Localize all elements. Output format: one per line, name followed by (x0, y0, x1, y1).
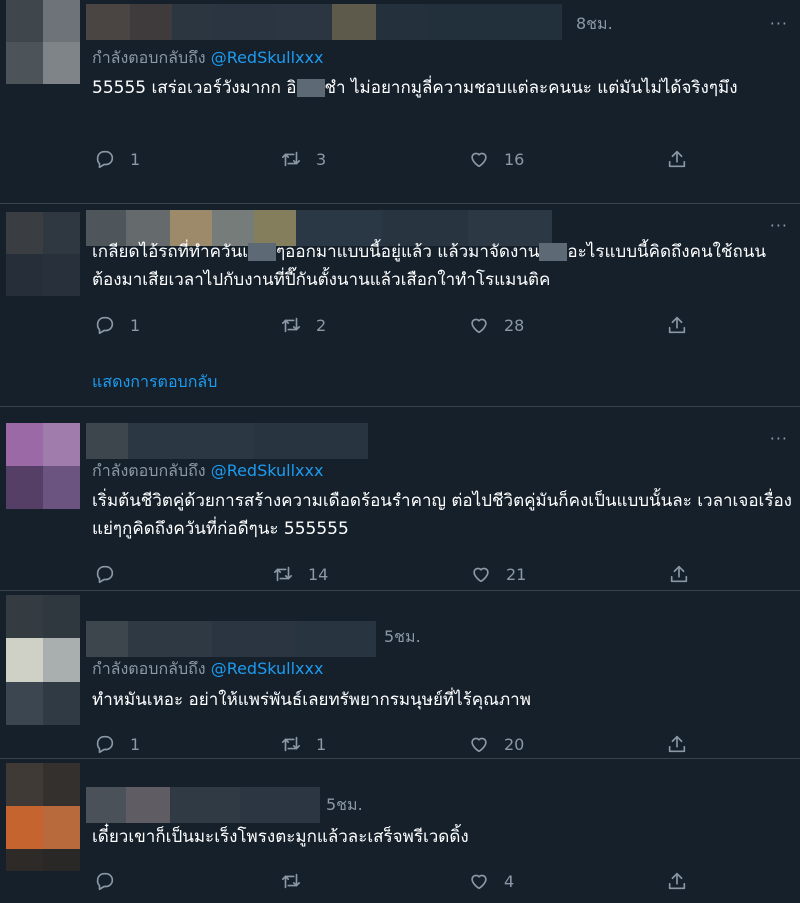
retweet-icon (281, 873, 301, 889)
like-button[interactable]: 21 (470, 563, 526, 585)
reply-icon (96, 316, 114, 335)
avatar[interactable] (6, 0, 80, 84)
action-bar: 4 (92, 870, 712, 894)
heart-icon (471, 874, 487, 890)
action-bar: 1 3 16 (92, 148, 712, 172)
timestamp[interactable]: 5ชม. (384, 625, 421, 650)
reply-prefix: กำลังตอบกลับถึง (92, 48, 206, 67)
tweet-text: 55555 เสร่อเวอร์วังมากก อิ ชำ ไม่อยากมูลี… (92, 74, 792, 102)
author-name-blurred[interactable] (86, 621, 376, 657)
tweet-2[interactable]: ··· เกลียดไอ้รถที่ทำควันเ ๆออกมาแบบนี้อยู… (0, 204, 800, 406)
censored-word (248, 243, 277, 261)
reply-icon (96, 150, 114, 169)
censored-word (296, 79, 325, 97)
reply-count: 1 (130, 734, 141, 754)
like-count: 4 (504, 871, 515, 891)
heart-icon (473, 567, 489, 583)
reply-button[interactable]: 1 (94, 148, 140, 170)
tweet-5[interactable]: 5ชม. เดี๋ยวเขาก็เป็นมะเร็งโพรงตะมูกแล้วล… (0, 759, 800, 903)
avatar[interactable] (6, 595, 80, 725)
reply-handle-link[interactable]: @RedSkullxxx (211, 659, 324, 678)
tweet-1[interactable]: 8ชม. ··· กำลังตอบกลับถึง @RedSkullxxx 55… (0, 0, 800, 203)
reply-handle-link[interactable]: @RedSkullxxx (211, 48, 324, 67)
action-bar: 14 21 (92, 563, 712, 587)
retweet-button[interactable]: 2 (280, 314, 326, 336)
author-name-blurred[interactable] (86, 423, 368, 459)
retweet-button[interactable]: 3 (280, 148, 326, 170)
like-button[interactable]: 20 (468, 733, 524, 755)
retweet-count: 1 (316, 734, 327, 754)
share-button[interactable] (668, 563, 704, 585)
tweet-text: เดี๋ยวเขาก็เป็นมะเร็งโพรงตะมูกแล้วละเสร็… (92, 827, 469, 847)
show-replies-link[interactable]: แสดงการตอบกลับ (92, 370, 217, 395)
timestamp[interactable]: 5ชม. (326, 793, 363, 818)
avatar[interactable] (6, 763, 80, 871)
tweet-text: เกลียดไอ้รถที่ทำควันเ ๆออกมาแบบนี้อยู่แล้… (92, 238, 792, 294)
reply-count: 1 (130, 315, 141, 335)
tweet-text: ทำหมันเหอะ อย่าให้แพร่พันธ์เลยทรัพยากรมน… (92, 690, 531, 710)
share-button[interactable] (666, 148, 702, 170)
tweet-text-part: เกลียดไอ้รถที่ทำควันเ (92, 242, 249, 262)
like-count: 21 (506, 564, 527, 584)
reply-context: กำลังตอบกลับถึง @RedSkullxxx (92, 46, 323, 71)
author-name-blurred[interactable] (86, 4, 562, 40)
heart-icon (471, 152, 487, 168)
reply-context: กำลังตอบกลับถึง @RedSkullxxx (92, 459, 323, 484)
censored-word (539, 243, 568, 261)
retweet-icon (281, 736, 301, 752)
more-dots-icon[interactable]: ··· (770, 216, 788, 235)
retweet-icon (273, 566, 293, 582)
reply-button[interactable] (94, 563, 130, 585)
like-count: 28 (504, 315, 525, 335)
share-icon (668, 735, 686, 753)
retweet-count: 14 (308, 564, 329, 584)
reply-button[interactable] (94, 870, 130, 892)
share-button[interactable] (666, 870, 702, 892)
retweet-count: 3 (316, 149, 327, 169)
avatar[interactable] (6, 423, 80, 509)
author-name-blurred[interactable] (86, 787, 320, 823)
retweet-button[interactable] (280, 870, 316, 892)
retweet-button[interactable]: 14 (272, 563, 328, 585)
more-dots-icon[interactable]: ··· (770, 429, 788, 448)
heart-icon (471, 737, 487, 753)
retweet-count: 2 (316, 315, 327, 335)
reply-button[interactable]: 1 (94, 733, 140, 755)
tweet-3[interactable]: ··· กำลังตอบกลับถึง @RedSkullxxx เริ่มต้… (0, 407, 800, 590)
reply-icon (96, 735, 114, 754)
more-dots-icon[interactable]: ··· (770, 14, 788, 33)
share-icon (668, 150, 686, 168)
action-bar: 1 1 20 (92, 733, 712, 757)
like-button[interactable]: 4 (468, 870, 514, 892)
like-count: 20 (504, 734, 525, 754)
reply-handle-link[interactable]: @RedSkullxxx (211, 461, 324, 480)
reply-button[interactable]: 1 (94, 314, 140, 336)
tweet-4[interactable]: 5ชม. กำลังตอบกลับถึง @RedSkullxxx ทำหมัน… (0, 591, 800, 758)
reply-context: กำลังตอบกลับถึง @RedSkullxxx (92, 657, 323, 682)
retweet-icon (281, 317, 301, 333)
share-button[interactable] (666, 733, 702, 755)
action-bar: 1 2 28 (92, 314, 712, 338)
retweet-icon (281, 151, 301, 167)
heart-icon (471, 318, 487, 334)
share-button[interactable] (666, 314, 702, 336)
share-icon (668, 872, 686, 890)
tweet-text-part: ๆออกมาแบบนี้อยู่แล้ว แล้วมาจัดงาน (276, 242, 540, 262)
avatar[interactable] (6, 212, 80, 296)
reply-prefix: กำลังตอบกลับถึง (92, 461, 206, 480)
reply-icon (96, 565, 114, 584)
tweet-text-part: 55555 เสร่อเวอร์วังมากก อิ (92, 78, 297, 98)
share-icon (670, 565, 688, 583)
share-icon (668, 316, 686, 334)
tweet-text: เริ่มต้นชีวิตคู่ด้วยการสร้างความเดือดร้อ… (92, 491, 792, 539)
like-count: 16 (504, 149, 525, 169)
reply-prefix: กำลังตอบกลับถึง (92, 659, 206, 678)
timestamp[interactable]: 8ชม. (576, 12, 613, 37)
reply-icon (96, 872, 114, 891)
like-button[interactable]: 16 (468, 148, 524, 170)
reply-count: 1 (130, 149, 141, 169)
like-button[interactable]: 28 (468, 314, 524, 336)
retweet-button[interactable]: 1 (280, 733, 326, 755)
tweet-text-part: ชำ ไม่อยากมูลี่ความชอบแต่ละคนนะ แต่มันไม… (324, 78, 738, 98)
